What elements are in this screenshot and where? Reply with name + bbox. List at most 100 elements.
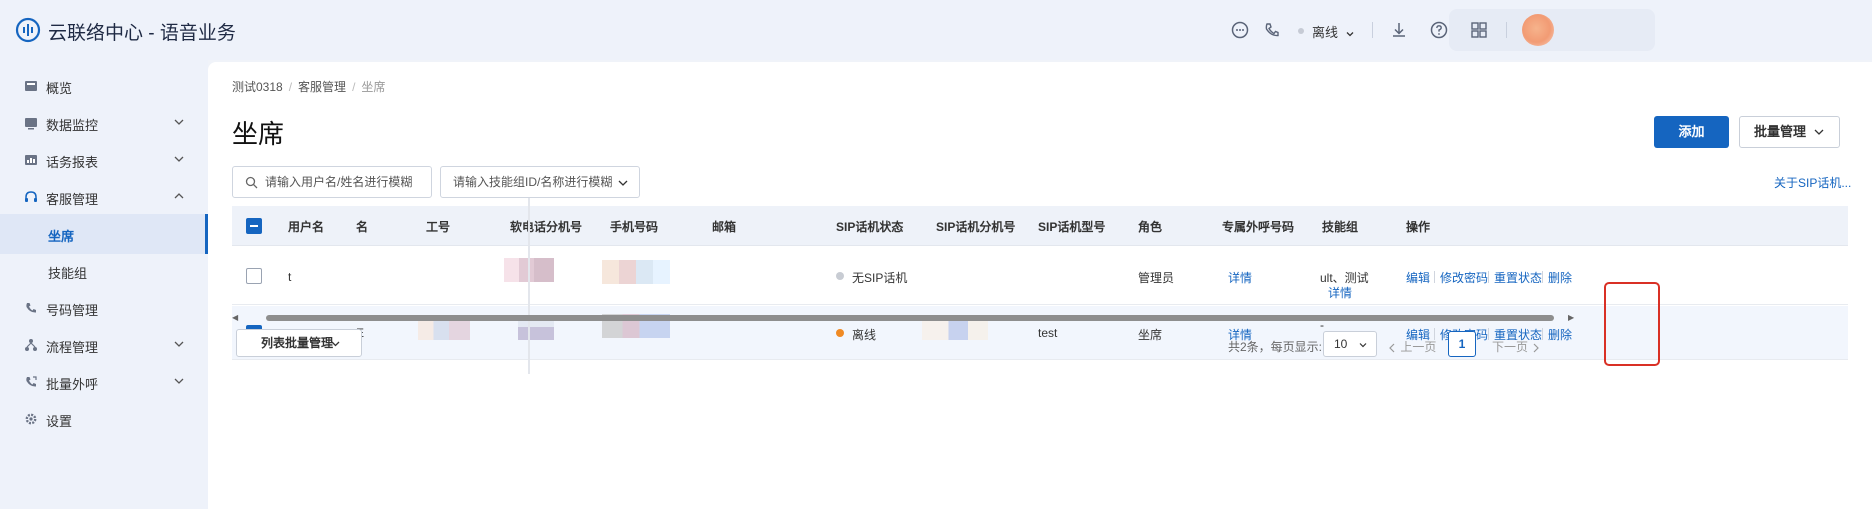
breadcrumb-item[interactable]: 客服管理 — [298, 80, 346, 94]
outbound-detail-link[interactable]: 详情 — [1228, 269, 1252, 286]
phone-icon — [26, 303, 36, 313]
page-size-value: 10 — [1334, 337, 1348, 351]
annotation-highlight-box — [1604, 282, 1660, 366]
redacted-cell — [602, 260, 670, 284]
breadcrumb-item[interactable]: 测试0318 — [232, 80, 283, 94]
status-dropdown[interactable]: 离线 — [1312, 22, 1355, 41]
header-divider — [1506, 22, 1507, 38]
apps-grid-icon[interactable] — [1469, 20, 1489, 40]
skill-detail-link[interactable]: 详情 — [1328, 284, 1352, 301]
row-checkbox[interactable] — [246, 268, 262, 284]
column-header: 操作 — [1406, 220, 1431, 234]
page-size-select[interactable]: 10 — [1323, 331, 1377, 357]
column-header: 角色 — [1138, 220, 1163, 234]
user-search-box — [232, 166, 432, 198]
sidebar-item-skill-groups[interactable]: 技能组 — [0, 251, 208, 291]
sidebar-item-number-management[interactable]: 号码管理 — [0, 288, 208, 328]
prev-page-button[interactable]: 上一页 — [1388, 338, 1436, 355]
change-password-button[interactable]: 修改密码 — [1440, 269, 1488, 286]
chevron-down-icon — [174, 378, 184, 384]
user-avatar[interactable] — [1522, 14, 1554, 46]
skill-group-input[interactable] — [453, 167, 613, 197]
list-batch-manage-button[interactable]: 列表批量管理 — [236, 329, 362, 357]
sidebar-item-flow-management[interactable]: 流程管理 — [0, 325, 208, 365]
about-sip-link[interactable]: 关于SIP话机... — [1774, 174, 1851, 191]
sidebar-item-settings[interactable]: 设置 — [0, 399, 208, 439]
next-page-button[interactable]: 下一页 — [1492, 338, 1540, 355]
status-label: 离线 — [1312, 25, 1339, 40]
chevron-down-icon — [618, 180, 628, 186]
select-all-checkbox[interactable] — [246, 218, 262, 234]
minus-icon — [250, 225, 258, 227]
skill-group-select[interactable] — [440, 166, 640, 198]
sidebar-item-label: 设置 — [46, 414, 73, 429]
column-header: 专属外呼号码 — [1222, 220, 1295, 234]
sidebar-item-label: 技能组 — [48, 266, 88, 281]
add-button[interactable]: 添加 — [1654, 116, 1729, 148]
sidebar-item-customer-service[interactable]: 客服管理 — [0, 177, 208, 217]
chevron-left-icon — [1389, 343, 1395, 353]
next-page-label: 下一页 — [1492, 340, 1529, 354]
sidebar-item-label: 客服管理 — [46, 192, 99, 207]
status-dot — [836, 329, 844, 337]
chevron-down-icon — [331, 341, 340, 347]
chevron-down-icon — [1359, 343, 1367, 348]
batch-manage-label: 批量管理 — [1754, 124, 1807, 139]
search-icon — [245, 176, 258, 189]
sidebar-item-label: 批量外呼 — [46, 377, 99, 392]
help-icon[interactable] — [1429, 20, 1449, 40]
batch-manage-button[interactable]: 批量管理 — [1739, 116, 1840, 148]
column-header: SIP话机型号 — [1038, 220, 1106, 234]
monitor-icon — [25, 118, 37, 130]
gear-icon — [25, 413, 37, 425]
edit-button[interactable]: 编辑 — [1406, 269, 1430, 286]
sidebar-item-overview[interactable]: 概览 — [0, 66, 208, 106]
divider — [1542, 328, 1543, 340]
reset-status-button[interactable]: 重置状态 — [1494, 269, 1542, 286]
sidebar-item-data-monitor[interactable]: 数据监控 — [0, 103, 208, 143]
sip-status-cell: 离线 — [852, 328, 877, 342]
column-header: 手机号码 — [610, 220, 659, 234]
phone-icon[interactable] — [1262, 20, 1282, 40]
column-header: SIP话机状态 — [836, 220, 904, 234]
user-search-input[interactable] — [265, 167, 427, 197]
sidebar-item-batch-outbound[interactable]: 批量外呼 — [0, 362, 208, 402]
sidebar-item-traffic-report[interactable]: 话务报表 — [0, 140, 208, 180]
sidebar-item-label: 号码管理 — [46, 303, 99, 318]
current-page-button[interactable]: 1 — [1448, 331, 1476, 357]
chat-icon[interactable] — [1230, 20, 1250, 40]
horizontal-scrollbar[interactable]: ◀ ▶ — [232, 313, 1848, 323]
status-dot — [836, 272, 844, 280]
sidebar-item-agents[interactable]: 坐席 — [0, 214, 208, 254]
sidebar-item-label: 数据监控 — [46, 118, 99, 133]
prev-page-label: 上一页 — [1400, 340, 1437, 354]
table-header: 用户名 名 工号 软电话分机号 手机号码 邮箱 SIP话机状态 SIP话机分机号… — [232, 206, 1848, 246]
report-icon — [25, 155, 37, 165]
chevron-down-icon — [174, 119, 184, 125]
divider — [1542, 271, 1543, 283]
delete-button[interactable]: 删除 — [1548, 326, 1572, 343]
sidebar: 概览 数据监控 话务报表 客服管理 坐席 技能组 号码管理 流程管理 批量外呼 … — [0, 60, 208, 509]
outbound-icon — [26, 376, 37, 387]
scroll-right-icon[interactable]: ▶ — [1568, 313, 1576, 323]
divider — [1434, 271, 1435, 283]
chevron-down-icon — [174, 156, 184, 162]
delete-button[interactable]: 删除 — [1548, 269, 1572, 286]
column-header: 软电话分机号 — [510, 220, 583, 234]
download-icon[interactable] — [1389, 20, 1409, 40]
page-title: 坐席 — [232, 119, 285, 149]
scroll-left-icon[interactable]: ◀ — [232, 313, 240, 323]
breadcrumb: 测试0318/客服管理 / 坐席 — [232, 80, 386, 94]
role-cell: 坐席 — [1138, 328, 1163, 342]
overview-icon — [25, 81, 37, 91]
total-count: 共2条，每页显示: — [1228, 340, 1323, 354]
app-title: 云联络中心 - 语音业务 — [48, 23, 236, 44]
column-header: 用户名 — [288, 220, 325, 234]
sidebar-item-label: 流程管理 — [46, 340, 99, 355]
divider — [1488, 271, 1489, 283]
sip-status-cell: 无SIP话机 — [852, 271, 908, 285]
chevron-right-icon — [1533, 343, 1540, 353]
flow-icon — [25, 339, 37, 351]
role-cell: 管理员 — [1138, 271, 1175, 285]
scrollbar-thumb[interactable] — [266, 315, 1554, 321]
